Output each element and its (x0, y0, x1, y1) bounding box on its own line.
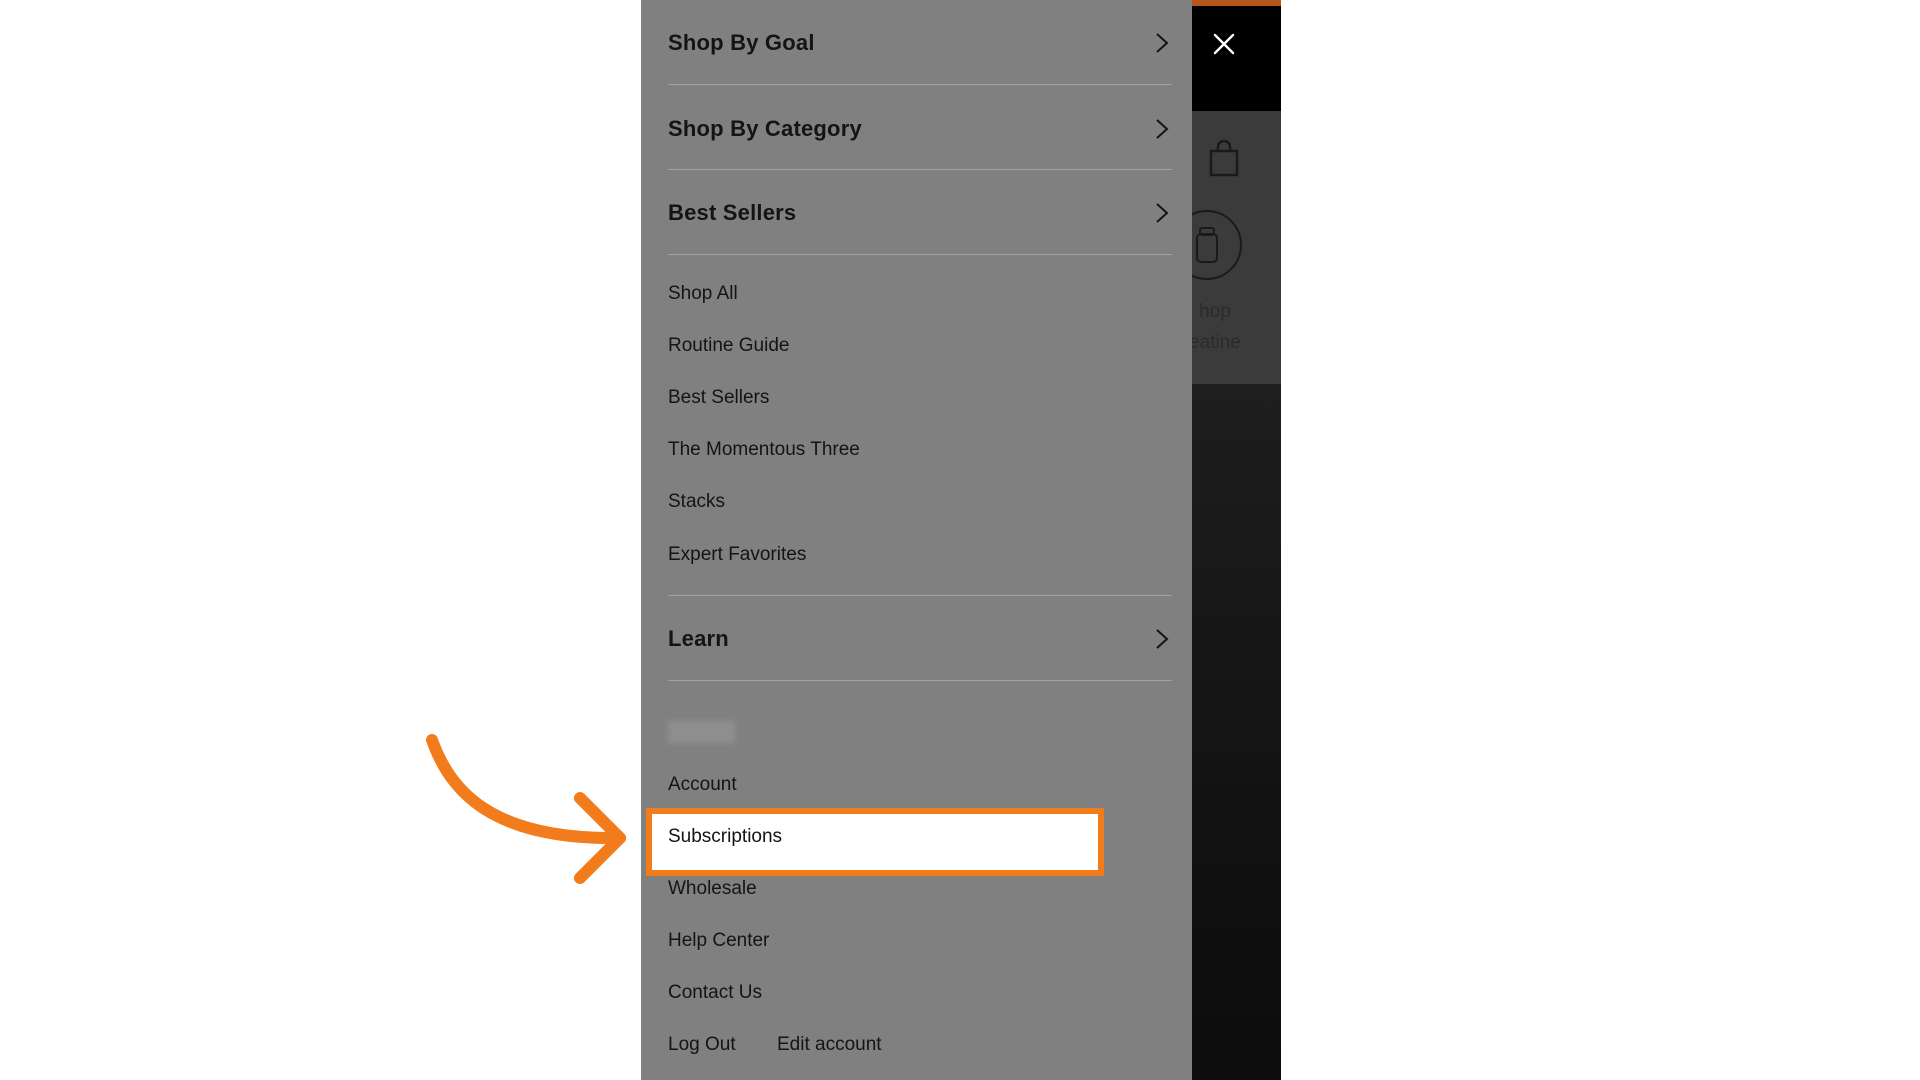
shopping-bag-icon[interactable] (1206, 138, 1242, 178)
link-contact-us[interactable]: Contact Us (668, 981, 762, 1005)
link-log-out[interactable]: Log Out (668, 1033, 736, 1057)
link-momentous-three[interactable]: The Momentous Three (668, 438, 860, 462)
category-label: Shop By Category (668, 115, 862, 141)
link-subscriptions[interactable]: Subscriptions (668, 825, 782, 849)
divider (668, 254, 1172, 255)
divider (668, 84, 1172, 85)
navigation-drawer: Shop By Goal Shop By Category Best Selle… (641, 0, 1192, 1080)
link-stacks[interactable]: Stacks (668, 490, 725, 514)
category-learn[interactable]: Learn (668, 596, 1172, 681)
link-help-center[interactable]: Help Center (668, 929, 769, 953)
category-shop-by-goal[interactable]: Shop By Goal (668, 0, 1172, 85)
link-account[interactable]: Account (668, 773, 737, 797)
chevron-right-icon (1152, 31, 1172, 55)
link-routine-guide[interactable]: Routine Guide (668, 334, 789, 358)
link-best-sellers[interactable]: Best Sellers (668, 386, 769, 410)
category-best-sellers[interactable]: Best Sellers (668, 170, 1172, 255)
link-wholesale[interactable]: Wholesale (668, 877, 757, 901)
category-shop-by-category[interactable]: Shop By Category (668, 86, 1172, 171)
chevron-right-icon (1152, 117, 1172, 141)
close-menu-button[interactable] (1206, 26, 1242, 62)
chevron-right-icon (1152, 201, 1172, 225)
category-label: Best Sellers (668, 199, 797, 225)
link-shop-all[interactable]: Shop All (668, 282, 738, 306)
curved-arrow-icon (426, 734, 626, 884)
screenshot-stage: hop eatine Shop By Goal Shop By Category… (0, 0, 1920, 1080)
divider (668, 680, 1172, 681)
chevron-right-icon (1152, 627, 1172, 651)
category-label: Shop By Goal (668, 29, 815, 55)
blurred-username: █████ (668, 722, 736, 743)
link-edit-account[interactable]: Edit account (777, 1033, 882, 1057)
close-icon (1213, 33, 1235, 55)
category-label: Learn (668, 625, 729, 651)
link-expert-favorites[interactable]: Expert Favorites (668, 543, 806, 567)
